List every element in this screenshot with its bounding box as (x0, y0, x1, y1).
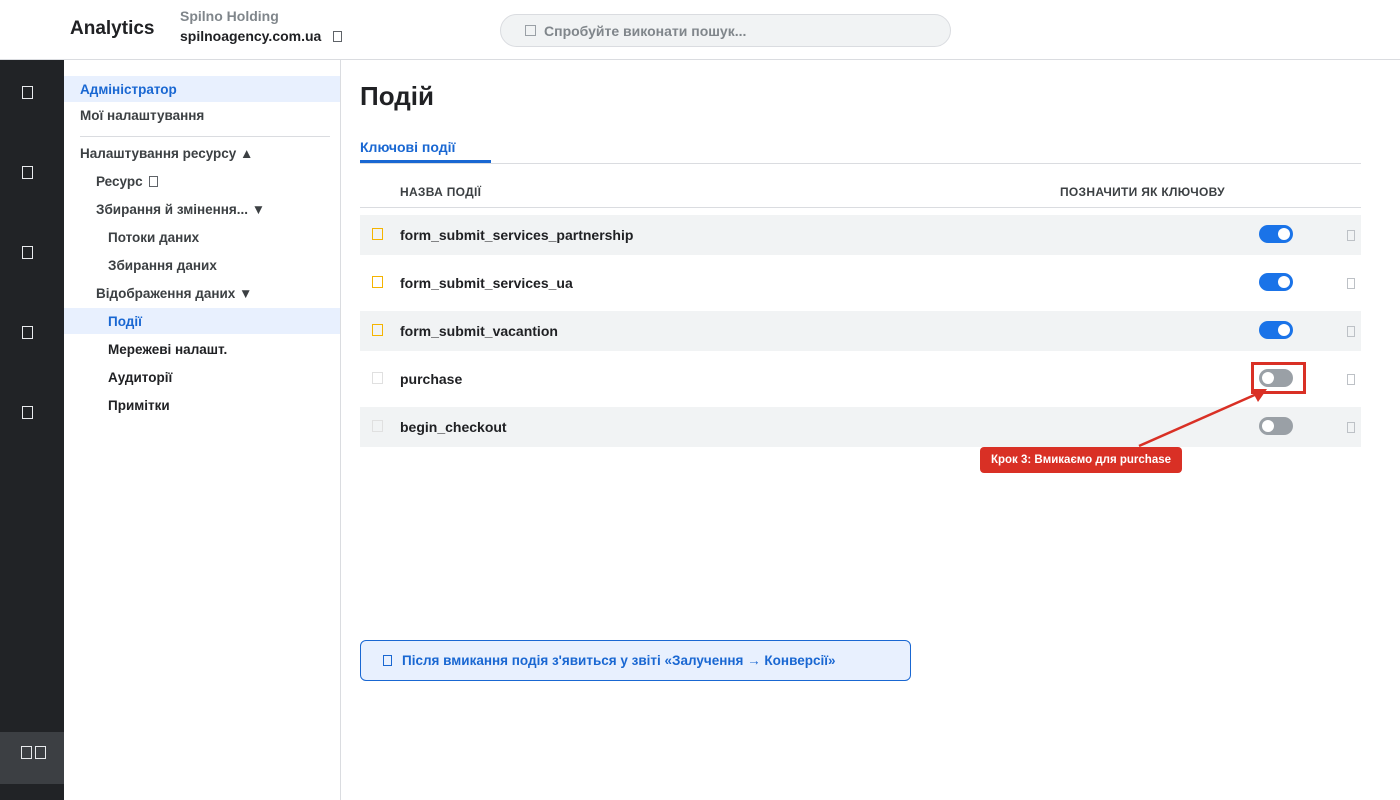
page-title: Подій (360, 81, 434, 111)
reports-icon[interactable] (22, 166, 33, 179)
key-event-toggle[interactable] (1259, 225, 1293, 243)
tab-divider (360, 163, 1361, 164)
event-name: form_submit_services_partnership (400, 227, 634, 243)
event-name: form_submit_vacantion (400, 323, 558, 339)
key-event-toggle[interactable] (1259, 321, 1293, 339)
app-title[interactable]: Analytics (70, 18, 154, 40)
more-options-icon[interactable] (1347, 326, 1355, 337)
header-divider (360, 207, 1361, 208)
property-name: spilnoagency.com.ua (180, 28, 322, 44)
nav-my-settings[interactable]: Мої налаштування (64, 102, 340, 128)
search-placeholder: Спробуйте виконати пошук... (544, 22, 747, 39)
more-options-icon[interactable] (1347, 374, 1355, 385)
collapse-icon[interactable] (35, 746, 46, 759)
event-name: form_submit_services_ua (400, 275, 573, 291)
admin-nav: Адміністратор Мої налаштування Налаштува… (64, 60, 341, 800)
nav-property-settings[interactable]: Налаштування ресурсу ▲ (64, 140, 340, 166)
more-options-icon[interactable] (1347, 278, 1355, 289)
search-bar[interactable]: Спробуйте виконати пошук... (500, 14, 951, 47)
account-selector[interactable]: Spilno Holding spilnoagency.com.ua (180, 8, 343, 44)
nav-data-collection[interactable]: Збирання даних (64, 252, 340, 278)
more-options-icon[interactable] (1347, 422, 1355, 433)
nav-data-streams[interactable]: Потоки даних (64, 224, 340, 250)
nav-data-collection-modification[interactable]: Збирання й змінення... ▼ (64, 196, 340, 222)
left-rail (0, 60, 64, 800)
nav-property[interactable]: Ресурс (64, 168, 340, 194)
nav-admin[interactable]: Адміністратор (64, 76, 340, 102)
table-row: form_submit_services_partnership (360, 215, 1361, 255)
event-name: begin_checkout (400, 419, 507, 435)
tab-key-events[interactable]: Ключові події (360, 139, 455, 155)
key-event-toggle[interactable] (1259, 273, 1293, 291)
top-bar: Analytics Spilno Holding spilnoagency.co… (0, 0, 1400, 60)
event-icon (372, 372, 383, 384)
table-row: form_submit_services_ua (360, 263, 1361, 303)
info-icon (383, 655, 392, 666)
configure-icon[interactable] (22, 406, 33, 419)
info-banner: Після вмикання подія з'явиться у звіті «… (360, 640, 911, 681)
admin-gear-icon (21, 746, 32, 759)
annotation-arrow (1138, 389, 1267, 448)
advertising-icon[interactable] (22, 326, 33, 339)
event-name: purchase (400, 371, 463, 387)
nav-network-settings[interactable]: Мережеві налашт. (64, 336, 340, 362)
key-event-icon (372, 276, 383, 288)
nav-property-label: Ресурс (96, 173, 143, 189)
key-event-icon (372, 324, 383, 336)
event-icon (372, 420, 383, 432)
column-header-event-name[interactable]: НАЗВА ПОДІЇ (400, 185, 481, 199)
step-callout: Крок 3: Вмикаємо для purchase (980, 447, 1182, 473)
table-row: form_submit_vacantion (360, 311, 1361, 351)
column-header-mark-key: ПОЗНАЧИТИ ЯК КЛЮЧОВУ (1060, 185, 1225, 199)
chevron-icon (148, 175, 158, 187)
nav-annotations[interactable]: Примітки (64, 392, 340, 418)
chevron-down-icon[interactable] (333, 30, 343, 42)
explore-icon[interactable] (22, 246, 33, 259)
account-name: Spilno Holding (180, 8, 279, 24)
nav-audiences[interactable]: Аудиторії (64, 364, 340, 390)
main-content: Подій Ключові події НАЗВА ПОДІЇ ПОЗНАЧИТ… (341, 61, 1400, 800)
admin-rail-item[interactable] (0, 732, 64, 784)
more-options-icon[interactable] (1347, 230, 1355, 241)
nav-events[interactable]: Події (64, 308, 340, 334)
home-icon[interactable] (22, 86, 33, 99)
info-banner-text: Після вмикання подія з'явиться у звіті «… (402, 653, 836, 668)
search-icon (525, 25, 536, 36)
nav-divider (80, 136, 330, 137)
nav-data-display[interactable]: Відображення даних ▼ (64, 280, 340, 306)
key-event-icon (372, 228, 383, 240)
